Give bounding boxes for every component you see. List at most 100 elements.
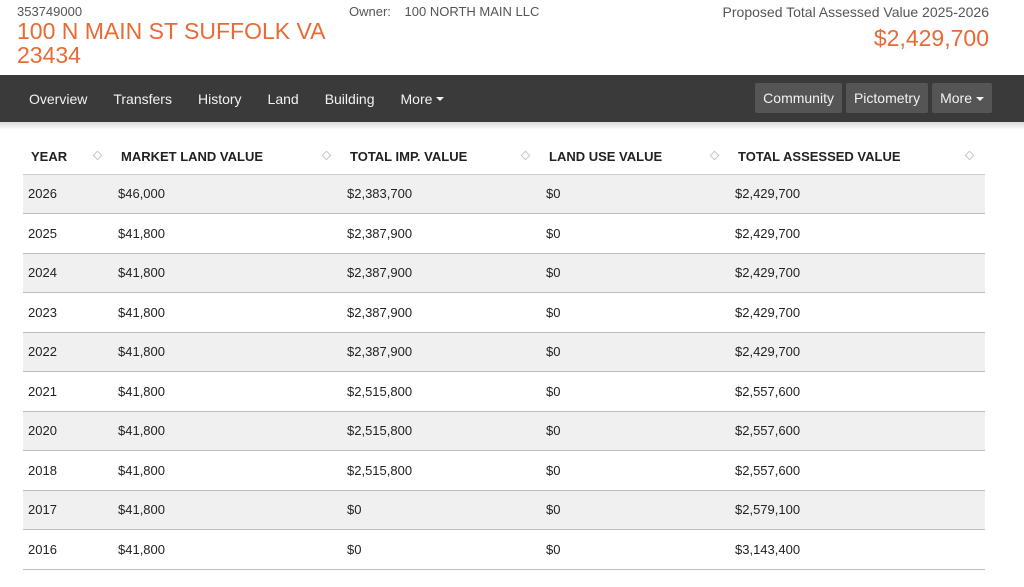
table-cell: $2,557,600 xyxy=(730,371,985,412)
table-cell: 2022 xyxy=(23,332,113,372)
table-cell: $2,387,900 xyxy=(342,332,541,372)
property-address: 100 N MAIN ST SUFFOLK VA 23434 xyxy=(17,18,325,68)
table-cell: $2,515,800 xyxy=(342,450,541,491)
assessed-value-block: Proposed Total Assessed Value 2025-2026 … xyxy=(723,4,989,52)
table-cell: $0 xyxy=(541,332,730,372)
more-button-label: More xyxy=(940,90,972,106)
table-cell: 2023 xyxy=(23,292,113,333)
header-year[interactable]: YEAR xyxy=(23,140,113,175)
caret-down-icon xyxy=(436,97,445,101)
table-row: 2016 $41,800 $0 $0 $3,143,400 xyxy=(23,529,985,570)
table-row: 2023 $41,800 $2,387,900 $0 $2,429,700 xyxy=(23,292,985,333)
table-cell: $41,800 xyxy=(113,450,342,491)
table-cell: $2,387,900 xyxy=(342,213,541,254)
header-label: TOTAL ASSESSED VALUE xyxy=(738,149,901,165)
table-cell: 2020 xyxy=(23,411,113,451)
table-cell: $41,800 xyxy=(113,253,342,293)
table-cell: $0 xyxy=(342,490,541,530)
header-total-imp-value[interactable]: TOTAL IMP. VALUE xyxy=(342,140,541,175)
table-cell: $0 xyxy=(541,411,730,451)
more-dropdown-button[interactable]: More xyxy=(932,83,992,113)
assessed-value-label: Proposed Total Assessed Value 2025-2026 xyxy=(722,4,989,20)
table-body: 2026 $46,000 $2,383,700 $0 $2,429,700 2025 $41… xyxy=(23,174,985,570)
table-cell: 2024 xyxy=(23,253,113,293)
table-cell: 2021 xyxy=(23,371,113,412)
nav-land[interactable]: Land xyxy=(255,91,312,107)
table-cell: $41,800 xyxy=(113,213,342,254)
owner-info: Owner: 100 NORTH MAIN LLC xyxy=(349,4,539,19)
table-cell: $2,429,700 xyxy=(730,253,985,293)
nav-more-dropdown[interactable]: More xyxy=(388,91,458,107)
table-cell: 2018 xyxy=(23,450,113,491)
table-cell: $41,800 xyxy=(113,332,342,372)
sort-icon xyxy=(709,150,720,161)
table-cell: $0 xyxy=(541,529,730,570)
table-cell: $0 xyxy=(541,371,730,412)
table-cell: $2,429,700 xyxy=(730,292,985,333)
table-cell: $0 xyxy=(541,174,730,214)
assessed-value: $2,429,700 xyxy=(873,25,989,51)
table-cell: $3,143,400 xyxy=(730,529,985,570)
header-market-land-value[interactable]: MARKET LAND VALUE xyxy=(113,140,342,175)
nav-tabs: Overview Transfers History Land Building… xyxy=(16,91,457,107)
table-cell: $2,515,800 xyxy=(342,411,541,451)
parcel-id: 353749000 xyxy=(17,4,83,19)
table-cell: $2,429,700 xyxy=(730,332,985,372)
table-cell: 2025 xyxy=(23,213,113,254)
table-row: 2017 $41,800 $0 $0 $2,579,100 xyxy=(23,490,985,530)
table-header-row: YEAR MARKET LAND VALUE TOTAL IMP. VALUE … xyxy=(23,140,985,175)
sort-icon xyxy=(520,150,531,161)
sort-icon xyxy=(321,150,332,161)
header-total-assessed-value[interactable]: TOTAL ASSESSED VALUE xyxy=(730,140,985,175)
nav-transfers[interactable]: Transfers xyxy=(100,91,185,107)
table-row: 2022 $41,800 $2,387,900 $0 $2,429,700 xyxy=(23,332,985,372)
table-cell: $2,383,700 xyxy=(342,174,541,214)
table-cell: $41,800 xyxy=(113,292,342,333)
table-cell: $0 xyxy=(541,450,730,491)
table-cell: $41,800 xyxy=(113,371,342,412)
navbar-shadow xyxy=(0,122,1024,130)
header-label: MARKET LAND VALUE xyxy=(121,149,264,165)
table-row: 2024 $41,800 $2,387,900 $0 $2,429,700 xyxy=(23,253,985,293)
table-cell: $41,800 xyxy=(113,411,342,451)
table-cell: $46,000 xyxy=(113,174,342,214)
table-row: 2025 $41,800 $2,387,900 $0 $2,429,700 xyxy=(23,213,985,254)
table-cell: $41,800 xyxy=(113,529,342,570)
table-cell: $0 xyxy=(541,213,730,254)
caret-down-icon xyxy=(976,96,984,101)
table-row: 2020 $41,800 $2,515,800 $0 $2,557,600 xyxy=(23,411,985,451)
parcel-header: 353749000 100 N MAIN ST SUFFOLK VA 23434… xyxy=(0,0,1024,75)
header-land-use-value[interactable]: LAND USE VALUE xyxy=(541,140,730,175)
table-cell: $0 xyxy=(541,253,730,293)
nav-history[interactable]: History xyxy=(185,91,255,107)
table-cell: 2017 xyxy=(23,490,113,530)
table-cell: $2,515,800 xyxy=(342,371,541,412)
table-cell: $0 xyxy=(541,292,730,333)
table-cell: $41,800 xyxy=(113,490,342,530)
table-cell: $2,429,700 xyxy=(730,213,985,254)
nav-buttons: Community Pictometry More xyxy=(755,83,992,113)
assessment-history-table: YEAR MARKET LAND VALUE TOTAL IMP. VALUE … xyxy=(23,140,985,570)
content-area: YEAR MARKET LAND VALUE TOTAL IMP. VALUE … xyxy=(0,122,1024,587)
table-row: 2026 $46,000 $2,383,700 $0 $2,429,700 xyxy=(23,174,985,214)
sort-icon xyxy=(964,150,975,161)
pictometry-button[interactable]: Pictometry xyxy=(845,83,929,113)
header-label: YEAR xyxy=(31,149,68,165)
table-cell: $0 xyxy=(541,490,730,530)
table-cell: $2,557,600 xyxy=(730,411,985,451)
nav-building[interactable]: Building xyxy=(312,91,388,107)
header-label: LAND USE VALUE xyxy=(549,149,663,165)
owner-label: Owner: xyxy=(349,4,391,19)
table-row: 2018 $41,800 $2,515,800 $0 $2,557,600 xyxy=(23,450,985,491)
table-cell: $2,387,900 xyxy=(342,292,541,333)
table-cell: $0 xyxy=(342,529,541,570)
owner-name: 100 NORTH MAIN LLC xyxy=(404,4,540,19)
table-cell: $2,429,700 xyxy=(730,174,985,214)
nav-overview[interactable]: Overview xyxy=(16,91,100,107)
sort-icon xyxy=(92,150,103,161)
table-cell: $2,579,100 xyxy=(730,490,985,530)
nav-more-label: More xyxy=(400,90,433,107)
community-button[interactable]: Community xyxy=(755,83,842,113)
header-label: TOTAL IMP. VALUE xyxy=(350,149,468,165)
main-navbar: Overview Transfers History Land Building… xyxy=(0,75,1024,122)
